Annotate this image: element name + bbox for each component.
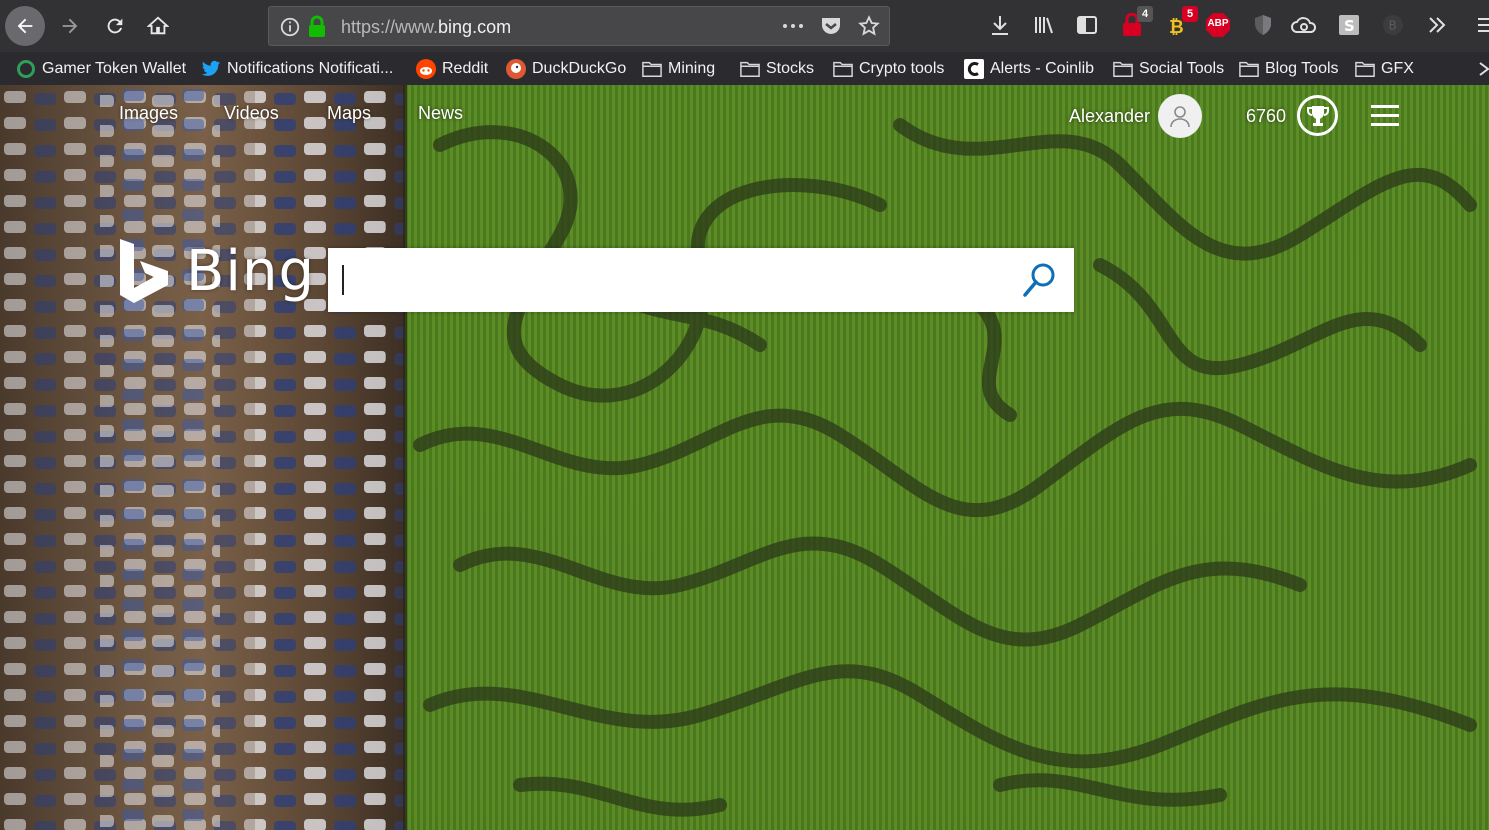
home-icon — [147, 16, 169, 35]
more-actions-icon[interactable] — [781, 15, 805, 42]
cloud-gear-icon[interactable] — [1291, 12, 1317, 38]
nav-news[interactable]: News — [418, 103, 463, 124]
folder-icon — [642, 59, 662, 79]
home-button[interactable] — [138, 6, 178, 46]
bookmark-label: GFX — [1381, 60, 1414, 77]
bookmark-label: Crypto tools — [859, 60, 945, 77]
arrow-left-icon — [17, 18, 33, 34]
text-caret — [342, 265, 344, 295]
bookmark-label: Alerts - Coinlib — [990, 60, 1095, 77]
library-icon[interactable] — [1031, 12, 1057, 38]
chevron-right-icon — [1474, 59, 1489, 79]
coinlib-icon — [964, 59, 984, 79]
rewards-button[interactable] — [1297, 95, 1338, 136]
twitter-icon — [201, 59, 221, 79]
hamburger-line — [1371, 114, 1399, 117]
url-text: https://www.bing.com — [341, 17, 511, 38]
bing-logo-text: Bing — [186, 238, 316, 304]
url-host: bing.com — [438, 17, 512, 37]
circle-icon — [16, 59, 36, 79]
user-icon — [1170, 106, 1190, 128]
url-bar[interactable]: https://www.bing.com — [268, 6, 890, 46]
lock-addon-badge: 4 — [1137, 6, 1153, 22]
app-menu-icon[interactable] — [1472, 12, 1489, 38]
url-prefix: https://www. — [341, 17, 439, 37]
bookmark-folder-gfx[interactable]: GFX — [1355, 58, 1414, 80]
nav-images[interactable]: Images — [119, 103, 178, 124]
s-extension-icon[interactable]: S — [1336, 12, 1362, 38]
rewards-points[interactable]: 6760 — [1246, 106, 1286, 127]
bookmark-gamer-token-wallet[interactable]: Gamer Token Wallet — [16, 58, 186, 80]
sidebar-icon[interactable] — [1074, 12, 1100, 38]
bookmark-notifications[interactable]: Notifications Notificati... — [201, 58, 393, 80]
search-input[interactable] — [340, 260, 1000, 300]
lock-addon-icon[interactable]: 4 — [1119, 6, 1153, 38]
shield-icon[interactable] — [1250, 12, 1276, 38]
reload-button[interactable] — [95, 6, 135, 46]
bookmarks-overflow-button[interactable] — [1474, 58, 1489, 80]
bookmark-alerts-coinlib[interactable]: Alerts - Coinlib — [964, 58, 1094, 80]
bookmark-folder-social-tools[interactable]: Social Tools — [1113, 58, 1224, 80]
arrow-right-icon — [62, 18, 78, 34]
extension-five-icon[interactable]: ₿ 5 — [1164, 6, 1198, 38]
extension-five-badge: 5 — [1182, 6, 1198, 22]
bookmark-label: Stocks — [766, 60, 815, 77]
info-icon[interactable] — [279, 16, 301, 43]
bookmark-duckduckgo[interactable]: DuckDuckGo — [506, 58, 626, 80]
duckduckgo-icon — [506, 59, 526, 79]
bing-menu-button[interactable] — [1371, 105, 1399, 127]
bookmark-label: Gamer Token Wallet — [42, 60, 187, 77]
bookmark-folder-stocks[interactable]: Stocks — [740, 58, 814, 80]
hamburger-line — [1371, 105, 1399, 108]
svg-text:B: B — [1389, 19, 1397, 33]
folder-icon — [1113, 59, 1133, 79]
bookmark-folder-crypto-tools[interactable]: Crypto tools — [833, 58, 944, 80]
folder-icon — [1355, 59, 1375, 79]
overflow-chevrons-icon[interactable] — [1424, 12, 1450, 38]
reload-icon — [107, 18, 123, 34]
hamburger-line — [1371, 123, 1399, 126]
bookmark-label: Social Tools — [1139, 60, 1225, 77]
bookmark-folder-blog-tools[interactable]: Blog Tools — [1239, 58, 1339, 80]
bookmark-label: DuckDuckGo — [532, 60, 627, 77]
reddit-icon — [416, 59, 436, 79]
back-button[interactable] — [5, 6, 45, 46]
b-extension-icon[interactable]: B — [1380, 12, 1406, 38]
folder-icon — [1239, 59, 1259, 79]
bing-homepage: Images Videos Maps News Alexander 6760 B… — [0, 85, 1489, 830]
browser-toolbar: https://www.bing.com 4 ₿ 5 ABP S B — [0, 0, 1489, 52]
nav-maps[interactable]: Maps — [327, 103, 371, 124]
downloads-icon[interactable] — [987, 12, 1013, 38]
bookmark-label: Mining — [668, 60, 716, 77]
adblock-plus-label: ABP — [1207, 18, 1229, 29]
bookmark-label: Blog Tools — [1265, 60, 1339, 77]
background-maze-image — [0, 85, 1489, 830]
bookmark-reddit[interactable]: Reddit — [416, 58, 488, 80]
folder-icon — [740, 59, 760, 79]
svg-text:S: S — [1344, 17, 1355, 35]
bing-logo[interactable]: Bing — [118, 237, 315, 305]
search-button[interactable] — [1020, 260, 1060, 300]
forward-button[interactable] — [50, 6, 90, 46]
trophy-icon — [1306, 105, 1329, 126]
nav-videos[interactable]: Videos — [224, 103, 279, 124]
search-icon — [1023, 263, 1055, 297]
bing-b-icon — [120, 239, 168, 303]
avatar[interactable] — [1158, 94, 1202, 138]
adblock-plus-icon[interactable]: ABP — [1205, 12, 1231, 38]
bookmark-label: Notifications Notificati... — [227, 60, 394, 77]
folder-icon — [833, 59, 853, 79]
search-box[interactable] — [328, 248, 1074, 312]
bookmark-star-icon[interactable] — [857, 15, 881, 42]
bookmark-label: Reddit — [442, 60, 489, 77]
bookmark-folder-mining[interactable]: Mining — [642, 58, 715, 80]
lock-icon[interactable] — [307, 15, 327, 44]
pocket-icon[interactable] — [819, 15, 843, 42]
user-name[interactable]: Alexander — [1069, 106, 1150, 127]
bookmarks-toolbar: Gamer Token Wallet Notifications Notific… — [0, 52, 1489, 85]
